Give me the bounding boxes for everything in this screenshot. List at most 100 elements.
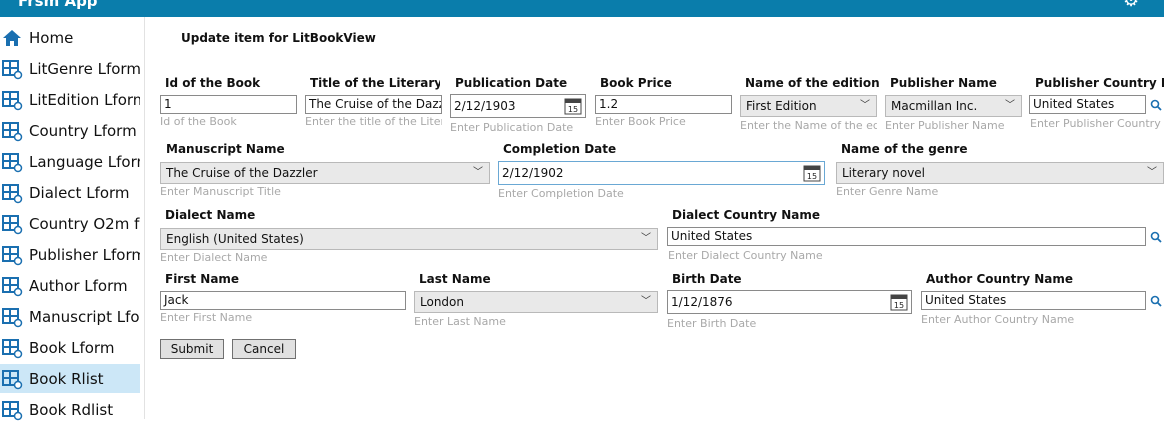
sidebar-item-label: Book Rdlist bbox=[29, 400, 114, 419]
app-titlebar: Frsm App ⚙ bbox=[0, 0, 1164, 17]
sidebar-item-label: Home bbox=[29, 28, 74, 47]
last-name-select[interactable]: London ﹀ bbox=[414, 291, 658, 313]
last-name-label: Last Name bbox=[419, 272, 491, 286]
birth-date-picker[interactable]: 1/12/1876 15 bbox=[667, 290, 912, 314]
sidebar-item-book-rdlist[interactable]: Book Rdlist bbox=[0, 395, 140, 424]
chevron-down-icon: ﹀ bbox=[473, 167, 483, 178]
manuscript-label: Manuscript Name bbox=[166, 142, 285, 156]
publisher-country-hint: Enter Publisher Country N bbox=[1030, 117, 1164, 130]
calendar-icon[interactable]: 15 bbox=[564, 97, 582, 115]
first-name-field[interactable]: Jack bbox=[160, 291, 406, 310]
sidebar-item-home[interactable]: Home bbox=[0, 23, 140, 52]
completion-date-picker[interactable]: 2/12/1902 15 bbox=[498, 161, 825, 185]
sidebar-item-book-lform[interactable]: Book Lform bbox=[0, 333, 140, 362]
sidebar-item-litedition-lform[interactable]: LitEdition Lform bbox=[0, 85, 140, 114]
form-icon bbox=[2, 214, 23, 234]
dialect-country-label: Dialect Country Name bbox=[672, 208, 821, 222]
form-icon bbox=[2, 183, 23, 203]
form-icon bbox=[2, 338, 23, 358]
sidebar-item-manuscript-lform[interactable]: Manuscript Lfor bbox=[0, 302, 140, 331]
dialect-hint: Enter Dialect Name bbox=[160, 251, 268, 264]
form-icon bbox=[2, 400, 23, 420]
sidebar-item-label: Publisher Lform bbox=[29, 245, 140, 264]
manuscript-value: The Cruise of the Dazzler bbox=[166, 166, 318, 180]
sidebar-item-author-lform[interactable]: Author Lform bbox=[0, 271, 140, 300]
calendar-icon[interactable]: 15 bbox=[890, 293, 908, 311]
book-id-hint: Id of the Book bbox=[160, 115, 237, 128]
book-price-label: Book Price bbox=[600, 76, 672, 90]
author-country-hint: Enter Author Country Name bbox=[921, 313, 1075, 326]
chevron-down-icon: ﹀ bbox=[1005, 100, 1015, 111]
completion-date-label: Completion Date bbox=[503, 142, 617, 156]
form-icon bbox=[2, 90, 23, 110]
first-name-hint: Enter First Name bbox=[160, 311, 253, 324]
form-icon bbox=[2, 59, 23, 79]
form-icon bbox=[2, 121, 23, 141]
birth-date-hint: Enter Birth Date bbox=[667, 317, 757, 330]
sidebar-item-publisher-lform[interactable]: Publisher Lform bbox=[0, 240, 140, 269]
search-icon[interactable] bbox=[1150, 99, 1162, 111]
publisher-value: Macmillan Inc. bbox=[891, 99, 978, 113]
dialect-country-hint: Enter Dialect Country Name bbox=[668, 249, 823, 262]
calendar-icon[interactable]: 15 bbox=[803, 164, 821, 182]
gear-icon[interactable]: ⚙ bbox=[1123, 0, 1139, 10]
publication-date-picker[interactable]: 2/12/1903 15 bbox=[450, 94, 586, 118]
completion-date-hint: Enter Completion Date bbox=[498, 187, 624, 200]
genre-value: Literary novel bbox=[842, 166, 926, 180]
calendar-day: 15 bbox=[894, 301, 904, 310]
form-title: Update item for LitBookView bbox=[181, 31, 376, 45]
dialect-country-field[interactable]: United States bbox=[667, 227, 1146, 246]
book-title-field[interactable]: The Cruise of the Dazzler bbox=[305, 95, 442, 114]
sidebar-item-country-lform[interactable]: Country Lform bbox=[0, 116, 140, 145]
dialect-select[interactable]: English (United States) ﹀ bbox=[160, 228, 658, 250]
publication-date-hint: Enter Publication Date bbox=[450, 121, 574, 134]
book-id-label: Id of the Book bbox=[165, 76, 261, 90]
sidebar-item-label: LitEdition Lform bbox=[29, 90, 140, 109]
app-title: Frsm App bbox=[18, 0, 98, 10]
book-id-field[interactable]: 1 bbox=[160, 95, 297, 114]
sidebar-item-book-rlist[interactable]: Book Rlist bbox=[0, 364, 140, 393]
sidebar-item-label: Book Rlist bbox=[29, 369, 104, 388]
search-icon[interactable] bbox=[1150, 295, 1162, 307]
form-icon bbox=[2, 307, 23, 327]
chevron-down-icon: ﹀ bbox=[1147, 167, 1157, 178]
publication-date-label: Publication Date bbox=[455, 76, 568, 90]
search-icon[interactable] bbox=[1150, 231, 1162, 243]
sidebar-item-label: Country Lform bbox=[29, 121, 137, 140]
chevron-down-icon: ﹀ bbox=[641, 233, 651, 244]
completion-date-value: 2/12/1902 bbox=[502, 166, 564, 180]
genre-hint: Enter Genre Name bbox=[836, 185, 939, 198]
author-country-label: Author Country Name bbox=[926, 272, 1074, 286]
dialect-value: English (United States) bbox=[166, 232, 304, 246]
chevron-down-icon: ﹀ bbox=[860, 100, 870, 111]
calendar-day: 15 bbox=[807, 172, 817, 181]
genre-label: Name of the genre bbox=[841, 142, 968, 156]
edition-value: First Edition bbox=[746, 99, 817, 113]
publisher-hint: Enter Publisher Name bbox=[885, 119, 1005, 132]
dialect-label: Dialect Name bbox=[165, 208, 256, 222]
genre-select[interactable]: Literary novel ﹀ bbox=[836, 162, 1164, 184]
sidebar: Home LitGenre Lform LitEdition Lform Cou… bbox=[0, 17, 145, 420]
edition-select[interactable]: First Edition ﹀ bbox=[740, 95, 877, 117]
publisher-country-field[interactable]: United States bbox=[1029, 95, 1146, 114]
book-title-hint: Enter the title of the Litera bbox=[305, 115, 442, 128]
submit-button[interactable]: Submit bbox=[160, 339, 224, 359]
sidebar-item-language-lform[interactable]: Language Lform bbox=[0, 147, 140, 176]
publication-date-value: 2/12/1903 bbox=[454, 99, 516, 113]
sidebar-item-litgenre-lform[interactable]: LitGenre Lform bbox=[0, 54, 140, 83]
manuscript-select[interactable]: The Cruise of the Dazzler ﹀ bbox=[160, 162, 490, 184]
publisher-country-label: Publisher Country Nan bbox=[1035, 76, 1164, 90]
first-name-label: First Name bbox=[165, 272, 240, 286]
form-icon bbox=[2, 276, 23, 296]
sidebar-item-country-o2m[interactable]: Country O2m fo bbox=[0, 209, 140, 238]
home-icon bbox=[3, 29, 21, 46]
sidebar-item-label: Book Lform bbox=[29, 338, 115, 357]
sidebar-item-label: Manuscript Lfor bbox=[29, 307, 140, 326]
sidebar-item-label: Dialect Lform bbox=[29, 183, 130, 202]
sidebar-item-dialect-lform[interactable]: Dialect Lform bbox=[0, 178, 140, 207]
publisher-select[interactable]: Macmillan Inc. ﹀ bbox=[885, 95, 1022, 117]
book-price-field[interactable]: 1.2 bbox=[595, 95, 732, 114]
author-country-field[interactable]: United States bbox=[921, 291, 1146, 310]
cancel-button[interactable]: Cancel bbox=[232, 339, 296, 359]
last-name-value: London bbox=[420, 295, 464, 309]
